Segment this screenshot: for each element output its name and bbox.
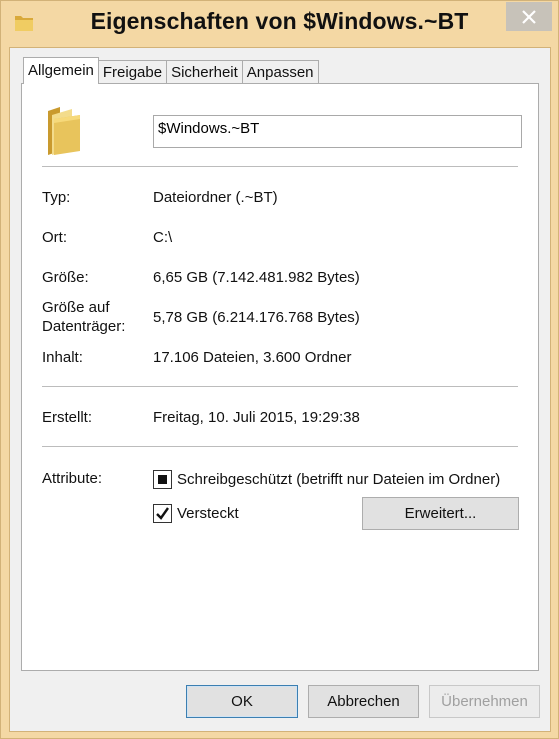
divider <box>42 166 518 167</box>
size-label: Größe: <box>42 269 89 286</box>
tab-sicherheit[interactable]: Sicherheit <box>166 60 243 83</box>
created-value: Freitag, 10. Juli 2015, 19:29:38 <box>153 409 360 426</box>
title-bar[interactable]: Eigenschaften von $Windows.~BT <box>1 1 558 47</box>
folder-large-icon <box>42 105 86 162</box>
folder-name-input[interactable]: $Windows.~BT <box>153 115 522 148</box>
size-on-disk-label-line1: Größe auf <box>42 299 110 316</box>
contains-label: Inhalt: <box>42 349 83 366</box>
location-label: Ort: <box>42 229 67 246</box>
location-value: C:\ <box>153 229 173 246</box>
size-on-disk-label-line2: Datenträger: <box>42 318 126 335</box>
tab-anpassen[interactable]: Anpassen <box>241 60 319 83</box>
size-on-disk-value: 5,78 GB (6.214.176.768 Bytes) <box>153 309 360 326</box>
tab-strip: Allgemein Freigabe Sicherheit Anpassen <box>23 57 319 84</box>
divider <box>42 386 518 387</box>
tab-freigabe[interactable]: Freigabe <box>97 60 168 83</box>
ok-button[interactable]: OK <box>186 685 298 718</box>
close-icon <box>522 9 536 24</box>
readonly-checkbox-label[interactable]: Schreibgeschützt (betrifft nur Dateien i… <box>177 470 500 489</box>
cancel-button[interactable]: Abbrechen <box>308 685 419 718</box>
tab-allgemein[interactable]: Allgemein <box>23 57 99 84</box>
divider <box>42 446 518 447</box>
indeterminate-mark <box>158 475 167 484</box>
general-tab-panel: $Windows.~BT Typ: Dateiordner (.~BT) Ort… <box>21 83 539 671</box>
window-title: Eigenschaften von $Windows.~BT <box>90 8 469 34</box>
apply-button[interactable]: Übernehmen <box>429 685 540 718</box>
contains-value: 17.106 Dateien, 3.600 Ordner <box>153 349 352 366</box>
checkmark-icon <box>156 507 169 520</box>
type-value: Dateiordner (.~BT) <box>153 189 278 206</box>
dialog-client-area: Allgemein Freigabe Sicherheit Anpassen $… <box>9 47 551 732</box>
close-button[interactable] <box>506 2 552 31</box>
attributes-label: Attribute: <box>42 470 103 487</box>
advanced-button[interactable]: Erweitert... <box>362 497 519 530</box>
readonly-checkbox[interactable] <box>153 470 172 489</box>
properties-window: Eigenschaften von $Windows.~BT Allgemein… <box>0 0 559 739</box>
type-label: Typ: <box>42 189 71 206</box>
hidden-checkbox[interactable] <box>153 504 172 523</box>
size-value: 6,65 GB (7.142.481.982 Bytes) <box>153 269 360 286</box>
hidden-checkbox-label[interactable]: Versteckt <box>177 504 239 523</box>
created-label: Erstellt: <box>42 409 93 426</box>
